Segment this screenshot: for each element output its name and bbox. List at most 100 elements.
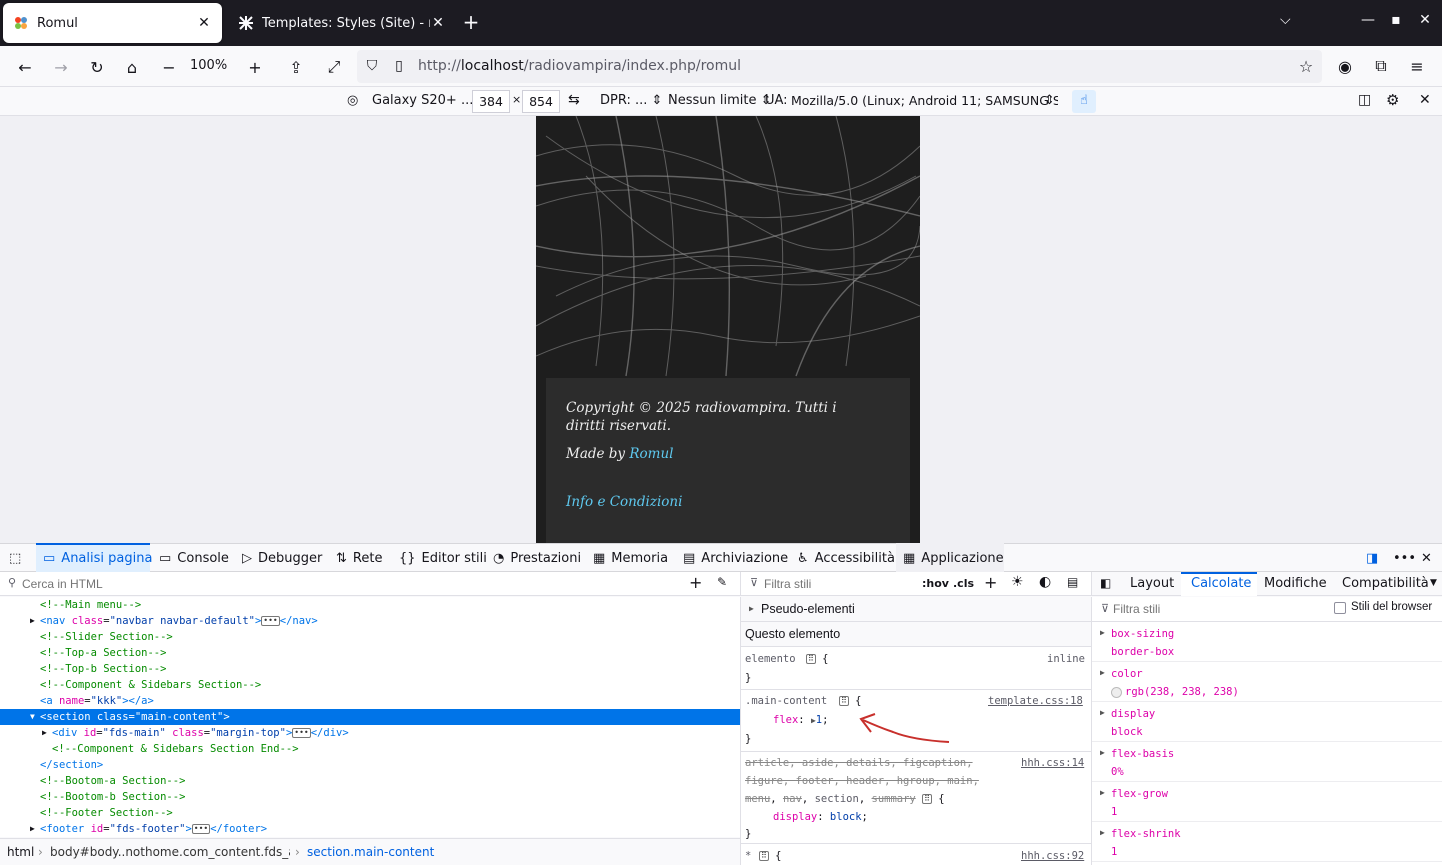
expand-toggle-icon[interactable]: ▶ — [42, 725, 47, 741]
fullscreen-icon[interactable]: ⤢ — [322, 55, 346, 79]
info-conditions-link[interactable]: Info e Condizioni — [566, 493, 682, 511]
tab-accessibility[interactable]: ♿ Accessibilità — [797, 548, 895, 568]
menu-icon[interactable]: ≡ — [1405, 54, 1429, 78]
maximize-icon[interactable]: ▪ — [1386, 12, 1406, 28]
html-comment-node[interactable]: <!--Footer Section--> — [0, 805, 740, 821]
html-element-node[interactable]: ▶ <div id="fds-main" class="margin-top"> •… — [0, 725, 740, 741]
display-declaration[interactable]: display: block; — [773, 809, 868, 825]
print-media-icon[interactable]: ▤ — [1067, 575, 1078, 589]
computed-filter-input[interactable] — [1113, 600, 1313, 618]
html-element-node[interactable]: ▶ <footer id="fds-footer"> ••• </footer> — [0, 821, 740, 837]
extensions-icon[interactable]: ⧉ — [1369, 54, 1393, 78]
account-icon[interactable]: ◉ — [1333, 54, 1357, 78]
viewport-height-input[interactable]: 854 — [522, 90, 560, 113]
dock-side-icon[interactable]: ◨ — [1366, 548, 1378, 568]
device-select[interactable]: Galaxy S20+ ... ⇕ — [372, 93, 488, 108]
expand-icon[interactable]: ▶ — [1100, 828, 1105, 837]
expand-toggle-icon[interactable]: ▼ — [30, 709, 35, 725]
computed-property[interactable]: ▶ flex-grow 1 — [1092, 782, 1442, 822]
html-search-input[interactable] — [22, 575, 662, 593]
tab-performance[interactable]: ◔ Prestazioni — [493, 548, 581, 568]
tab-close-icon[interactable]: ✕ — [196, 15, 212, 31]
add-node-icon[interactable]: + — [689, 573, 702, 592]
bookmark-star-icon[interactable]: ☆ — [1294, 54, 1318, 78]
computed-property[interactable]: ▶ box-sizing border-box — [1092, 622, 1442, 662]
new-tab-icon[interactable]: + — [460, 12, 482, 34]
zoom-in-icon[interactable]: + — [243, 55, 267, 79]
pseudo-elements-header[interactable]: ▶ Pseudo-elementi — [741, 597, 1091, 622]
save-to-pocket-icon[interactable]: ⇪ — [284, 55, 308, 79]
expand-icon[interactable]: ▶ — [1100, 788, 1105, 797]
computed-property[interactable]: ▶ flex-basis 0% — [1092, 742, 1442, 782]
more-options-icon[interactable]: ••• — [1393, 548, 1416, 568]
rotate-icon[interactable]: ⇆ — [568, 92, 580, 108]
touch-simulation-icon[interactable]: ☝ — [1072, 90, 1096, 113]
html-comment-node[interactable]: <!--Main menu--> — [0, 597, 740, 613]
zoom-out-icon[interactable]: − — [157, 55, 181, 79]
ua-dropdown-icon[interactable]: ⇕ — [1044, 93, 1055, 108]
html-element-node[interactable]: </section> — [0, 757, 740, 773]
tab-compatibility[interactable]: Compatibilità — [1342, 576, 1429, 591]
url-text[interactable]: http://localhost/radiovampira/index.php/… — [418, 58, 741, 74]
dpr-select[interactable]: DPR: ... ⇕ — [600, 93, 662, 108]
user-agent-input[interactable]: Mozilla/5.0 (Linux; Android 11; SAMSUNG … — [788, 90, 1058, 113]
breadcrumb-html[interactable]: html — [7, 845, 34, 859]
computed-property[interactable]: ▶ display block — [1092, 702, 1442, 742]
html-comment-node[interactable]: <!--Component & Sidebars Section--> — [0, 677, 740, 693]
html-comment-node[interactable]: <!--Top-b Section--> — [0, 661, 740, 677]
tab-romul[interactable]: Romul ✕ — [3, 3, 222, 43]
main-content-selector[interactable]: .main-content — [745, 693, 827, 709]
browser-styles-checkbox[interactable] — [1334, 602, 1346, 614]
expand-icon[interactable]: ▶ — [1100, 668, 1105, 677]
minimize-icon[interactable]: — — [1358, 12, 1378, 28]
screenshot-icon[interactable]: ◫ — [1358, 92, 1371, 108]
tab-storage[interactable]: ▤ Archiviazione — [683, 548, 788, 568]
hhh-css-link-2[interactable]: hhh.css:92 — [1021, 848, 1084, 864]
dark-scheme-icon[interactable]: ◐ — [1039, 574, 1051, 590]
expand-toggle-icon[interactable]: ▶ — [30, 821, 35, 837]
computed-property[interactable]: ▶ color rgb(238, 238, 238) — [1092, 662, 1442, 702]
expand-icon[interactable]: ▶ — [1100, 708, 1105, 717]
eyedropper-icon[interactable]: ✎ — [717, 575, 727, 589]
collapsed-content-icon[interactable]: ••• — [261, 616, 280, 626]
expand-icon[interactable]: ▶ — [1100, 628, 1105, 637]
collapsed-content-icon[interactable]: ••• — [191, 824, 211, 834]
list-all-tabs-icon[interactable]: ⌵ — [1280, 12, 1291, 28]
tab-style-editor[interactable]: {} Editor stili — [399, 548, 487, 568]
expand-toggle-icon[interactable]: ▶ — [30, 613, 35, 629]
close-devtools-icon[interactable]: ✕ — [1421, 548, 1432, 568]
tab-close-icon[interactable]: ✕ — [430, 15, 446, 31]
home-icon[interactable]: ⌂ — [120, 55, 144, 79]
html-element-node[interactable]: ▼ <section class="main-content"> — [0, 709, 740, 725]
hhh-css-link[interactable]: hhh.css:14 — [1021, 755, 1084, 771]
page-icon[interactable]: ▯ — [387, 54, 411, 78]
html-comment-node[interactable]: <!--Top-a Section--> — [0, 645, 740, 661]
back-icon[interactable]: ← — [13, 55, 37, 79]
settings-gear-icon[interactable]: ⚙ — [1386, 91, 1399, 109]
tab-changes[interactable]: Modifiche — [1264, 576, 1327, 591]
tab-layout[interactable]: Layout — [1130, 576, 1174, 591]
breadcrumb-section[interactable]: section.main-content — [307, 845, 434, 859]
cls-toggle[interactable]: .cls — [953, 577, 974, 590]
forward-icon[interactable]: → — [49, 55, 73, 79]
toggle-sidebar-icon[interactable]: ◧ — [1100, 576, 1111, 590]
chevron-down-icon[interactable]: ▼ — [1430, 578, 1437, 588]
flex-declaration[interactable]: flex: ▶1; — [773, 712, 828, 729]
tab-templates[interactable]: Templates: Styles (Site) - ra ✕ — [228, 3, 456, 43]
tab-memory[interactable]: ▦ Memoria — [593, 548, 668, 568]
html-comment-node[interactable]: <!--Component & Sidebars Section End--> — [0, 741, 740, 757]
hov-toggle[interactable]: :hov — [922, 577, 949, 590]
tab-network[interactable]: ⇅ Rete — [336, 548, 382, 568]
shield-icon[interactable]: ⛉ — [360, 54, 384, 78]
tab-console[interactable]: ▭ Console — [159, 548, 229, 568]
zoom-level[interactable]: 100% — [190, 58, 227, 73]
light-scheme-icon[interactable]: ☀ — [1011, 574, 1024, 590]
viewport-width-input[interactable]: 384 — [472, 90, 510, 113]
window-close-icon[interactable]: ✕ — [1415, 12, 1435, 28]
tab-application[interactable]: ▦ Applicazione — [903, 548, 1004, 568]
tab-inspector[interactable]: ▭ Analisi pagina — [43, 548, 152, 568]
reload-icon[interactable]: ↻ — [85, 55, 109, 79]
html-element-node[interactable]: ▶ <nav class="navbar navbar-default"> ••• <… — [0, 613, 740, 629]
computed-property[interactable]: ▶ flex-shrink 1 — [1092, 822, 1442, 862]
html-comment-node[interactable]: <!--Bootom-b Section--> — [0, 789, 740, 805]
